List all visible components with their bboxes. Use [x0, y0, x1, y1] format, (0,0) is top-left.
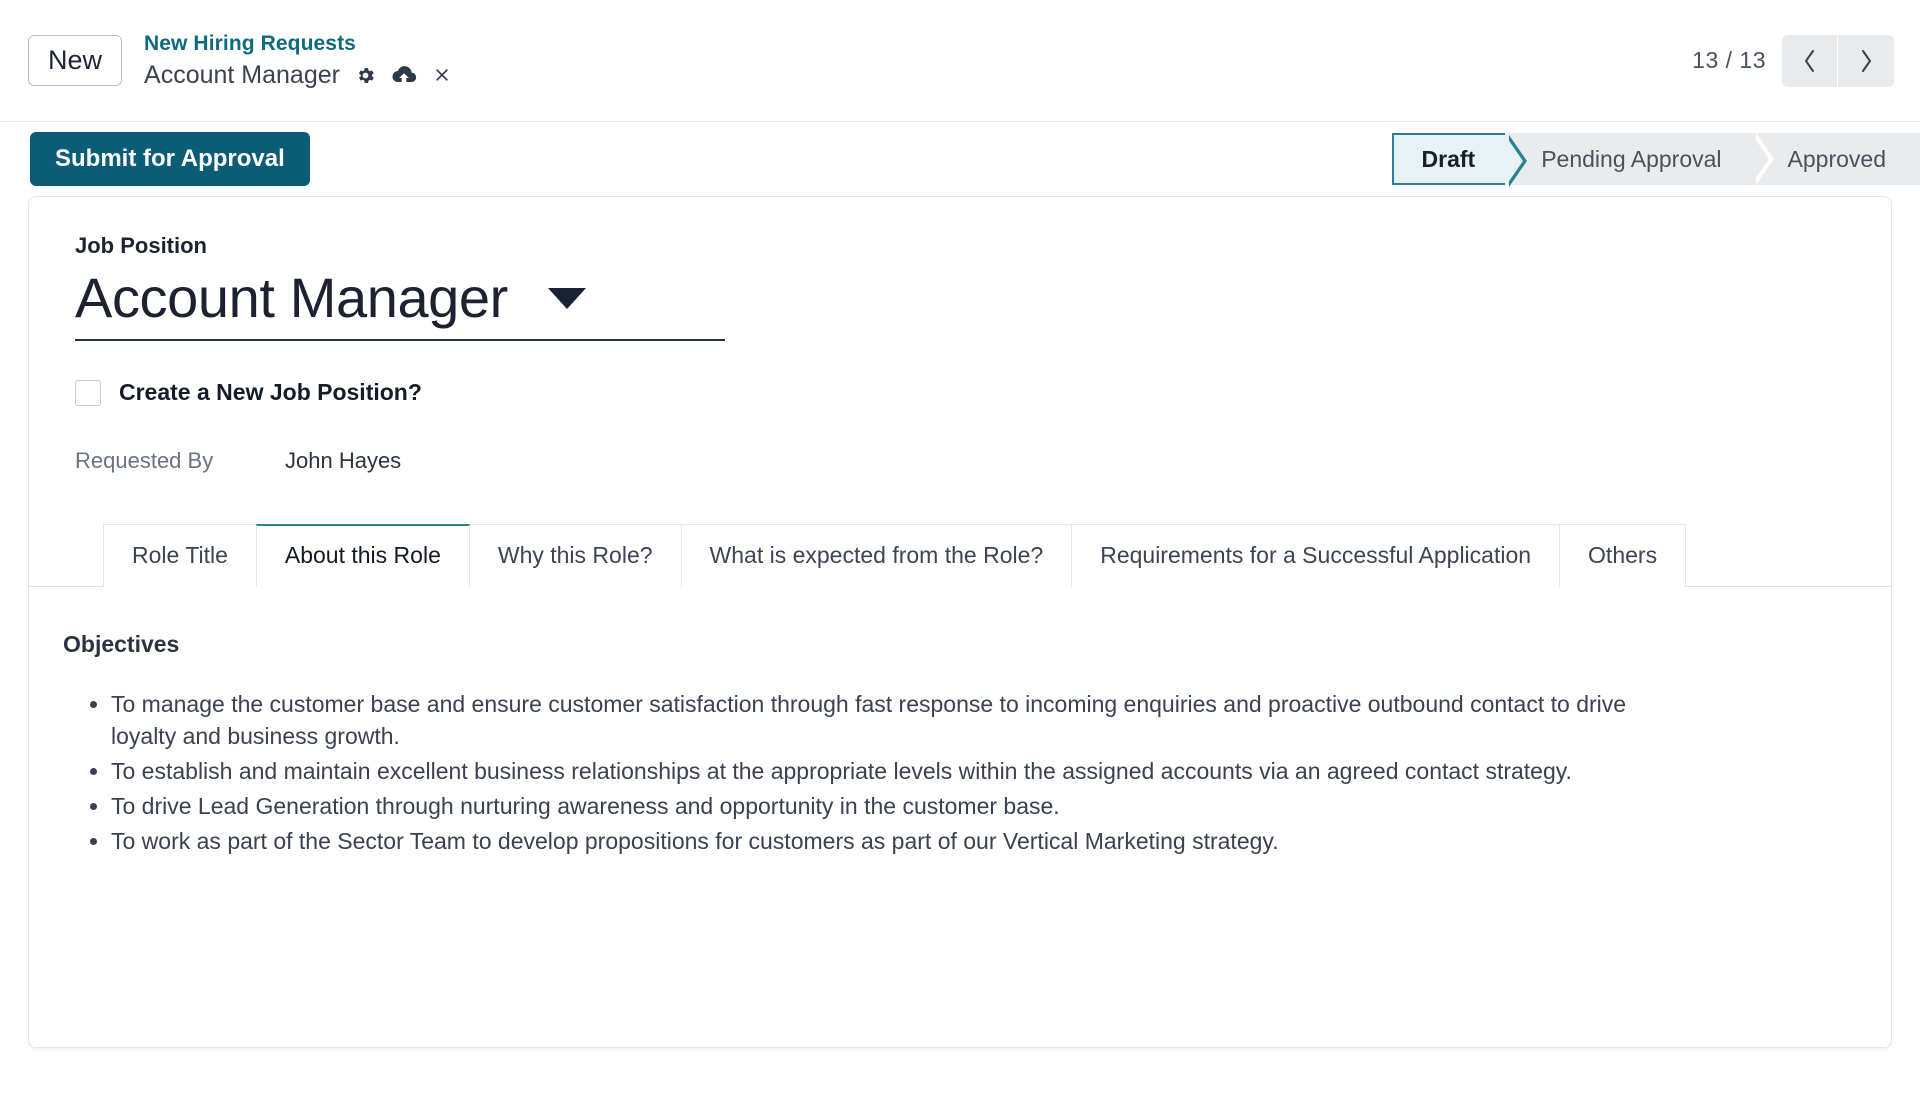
tab-others[interactable]: Others [1559, 524, 1687, 587]
cloud-upload-icon[interactable] [391, 65, 417, 85]
status-approved[interactable]: Approved [1751, 133, 1920, 185]
sheet-wrapper: Job Position Account Manager Create a Ne… [0, 196, 1920, 1086]
list-item: To establish and maintain excellent busi… [111, 755, 1693, 788]
breadcrumb-current-row: Account Manager [144, 60, 452, 90]
breadcrumb: New New Hiring Requests Account Manager [28, 31, 452, 90]
create-new-job-position-checkbox[interactable] [75, 379, 101, 406]
tab-role-title[interactable]: Role Title [103, 524, 256, 587]
notebook-tabs: Role Title About this Role Why this Role… [29, 524, 1891, 587]
list-item: To manage the customer base and ensure c… [111, 688, 1693, 754]
breadcrumb-stack: New Hiring Requests Account Manager [144, 31, 452, 90]
close-icon[interactable] [432, 65, 452, 85]
list-item: To work as part of the Sector Team to de… [111, 825, 1693, 858]
gear-icon[interactable] [355, 65, 376, 86]
status-draft[interactable]: Draft [1391, 133, 1527, 187]
pager-buttons [1782, 34, 1894, 87]
requested-by-label: Requested By [75, 448, 214, 473]
record-form-sheet: Job Position Account Manager Create a Ne… [28, 196, 1892, 1048]
requested-by-value[interactable]: John Hayes [285, 448, 401, 474]
pager-previous-button[interactable] [1782, 34, 1838, 87]
objectives-heading: Objectives [63, 630, 180, 657]
requested-by-row: Requested By John Hayes [75, 448, 1845, 474]
submit-for-approval-button[interactable]: Submit for Approval [30, 132, 310, 186]
create-new-job-position-label: Create a New Job Position? [119, 379, 422, 405]
breadcrumb-parent-link[interactable]: New Hiring Requests [144, 31, 452, 57]
status-pending-approval[interactable]: Pending Approval [1505, 133, 1774, 185]
tab-about-this-role[interactable]: About this Role [255, 524, 470, 587]
job-position-value: Account Manager [75, 266, 508, 329]
statusbar: Draft Pending Approval Approved [1391, 133, 1920, 187]
pager: 13 / 13 [1692, 34, 1894, 87]
new-record-badge[interactable]: New [28, 35, 123, 86]
action-bar: Submit for Approval Draft Pending Approv… [0, 122, 1920, 196]
tab-panel-about-this-role: Objectives To manage the customer base a… [29, 587, 1891, 910]
control-panel-header: New New Hiring Requests Account Manager … [0, 0, 1920, 122]
pager-next-button[interactable] [1838, 34, 1894, 87]
create-new-job-position-row: Create a New Job Position? [75, 379, 1845, 406]
record-title: Account Manager [144, 61, 340, 90]
tab-what-is-expected-from-the-role[interactable]: What is expected from the Role? [680, 524, 1072, 587]
sheet-body: Job Position Account Manager Create a Ne… [29, 197, 1891, 587]
tab-why-this-role[interactable]: Why this Role? [469, 524, 681, 587]
tab-requirements-for-a-successful-application[interactable]: Requirements for a Successful Applicatio… [1071, 524, 1560, 587]
job-position-label: Job Position [75, 233, 207, 258]
chevron-down-icon[interactable] [547, 287, 586, 309]
job-position-field[interactable]: Account Manager [75, 263, 725, 341]
list-item: To drive Lead Generation through nurturi… [111, 790, 1693, 823]
objectives-list: To manage the customer base and ensure c… [53, 688, 1693, 858]
pager-count: 13 / 13 [1692, 47, 1766, 73]
